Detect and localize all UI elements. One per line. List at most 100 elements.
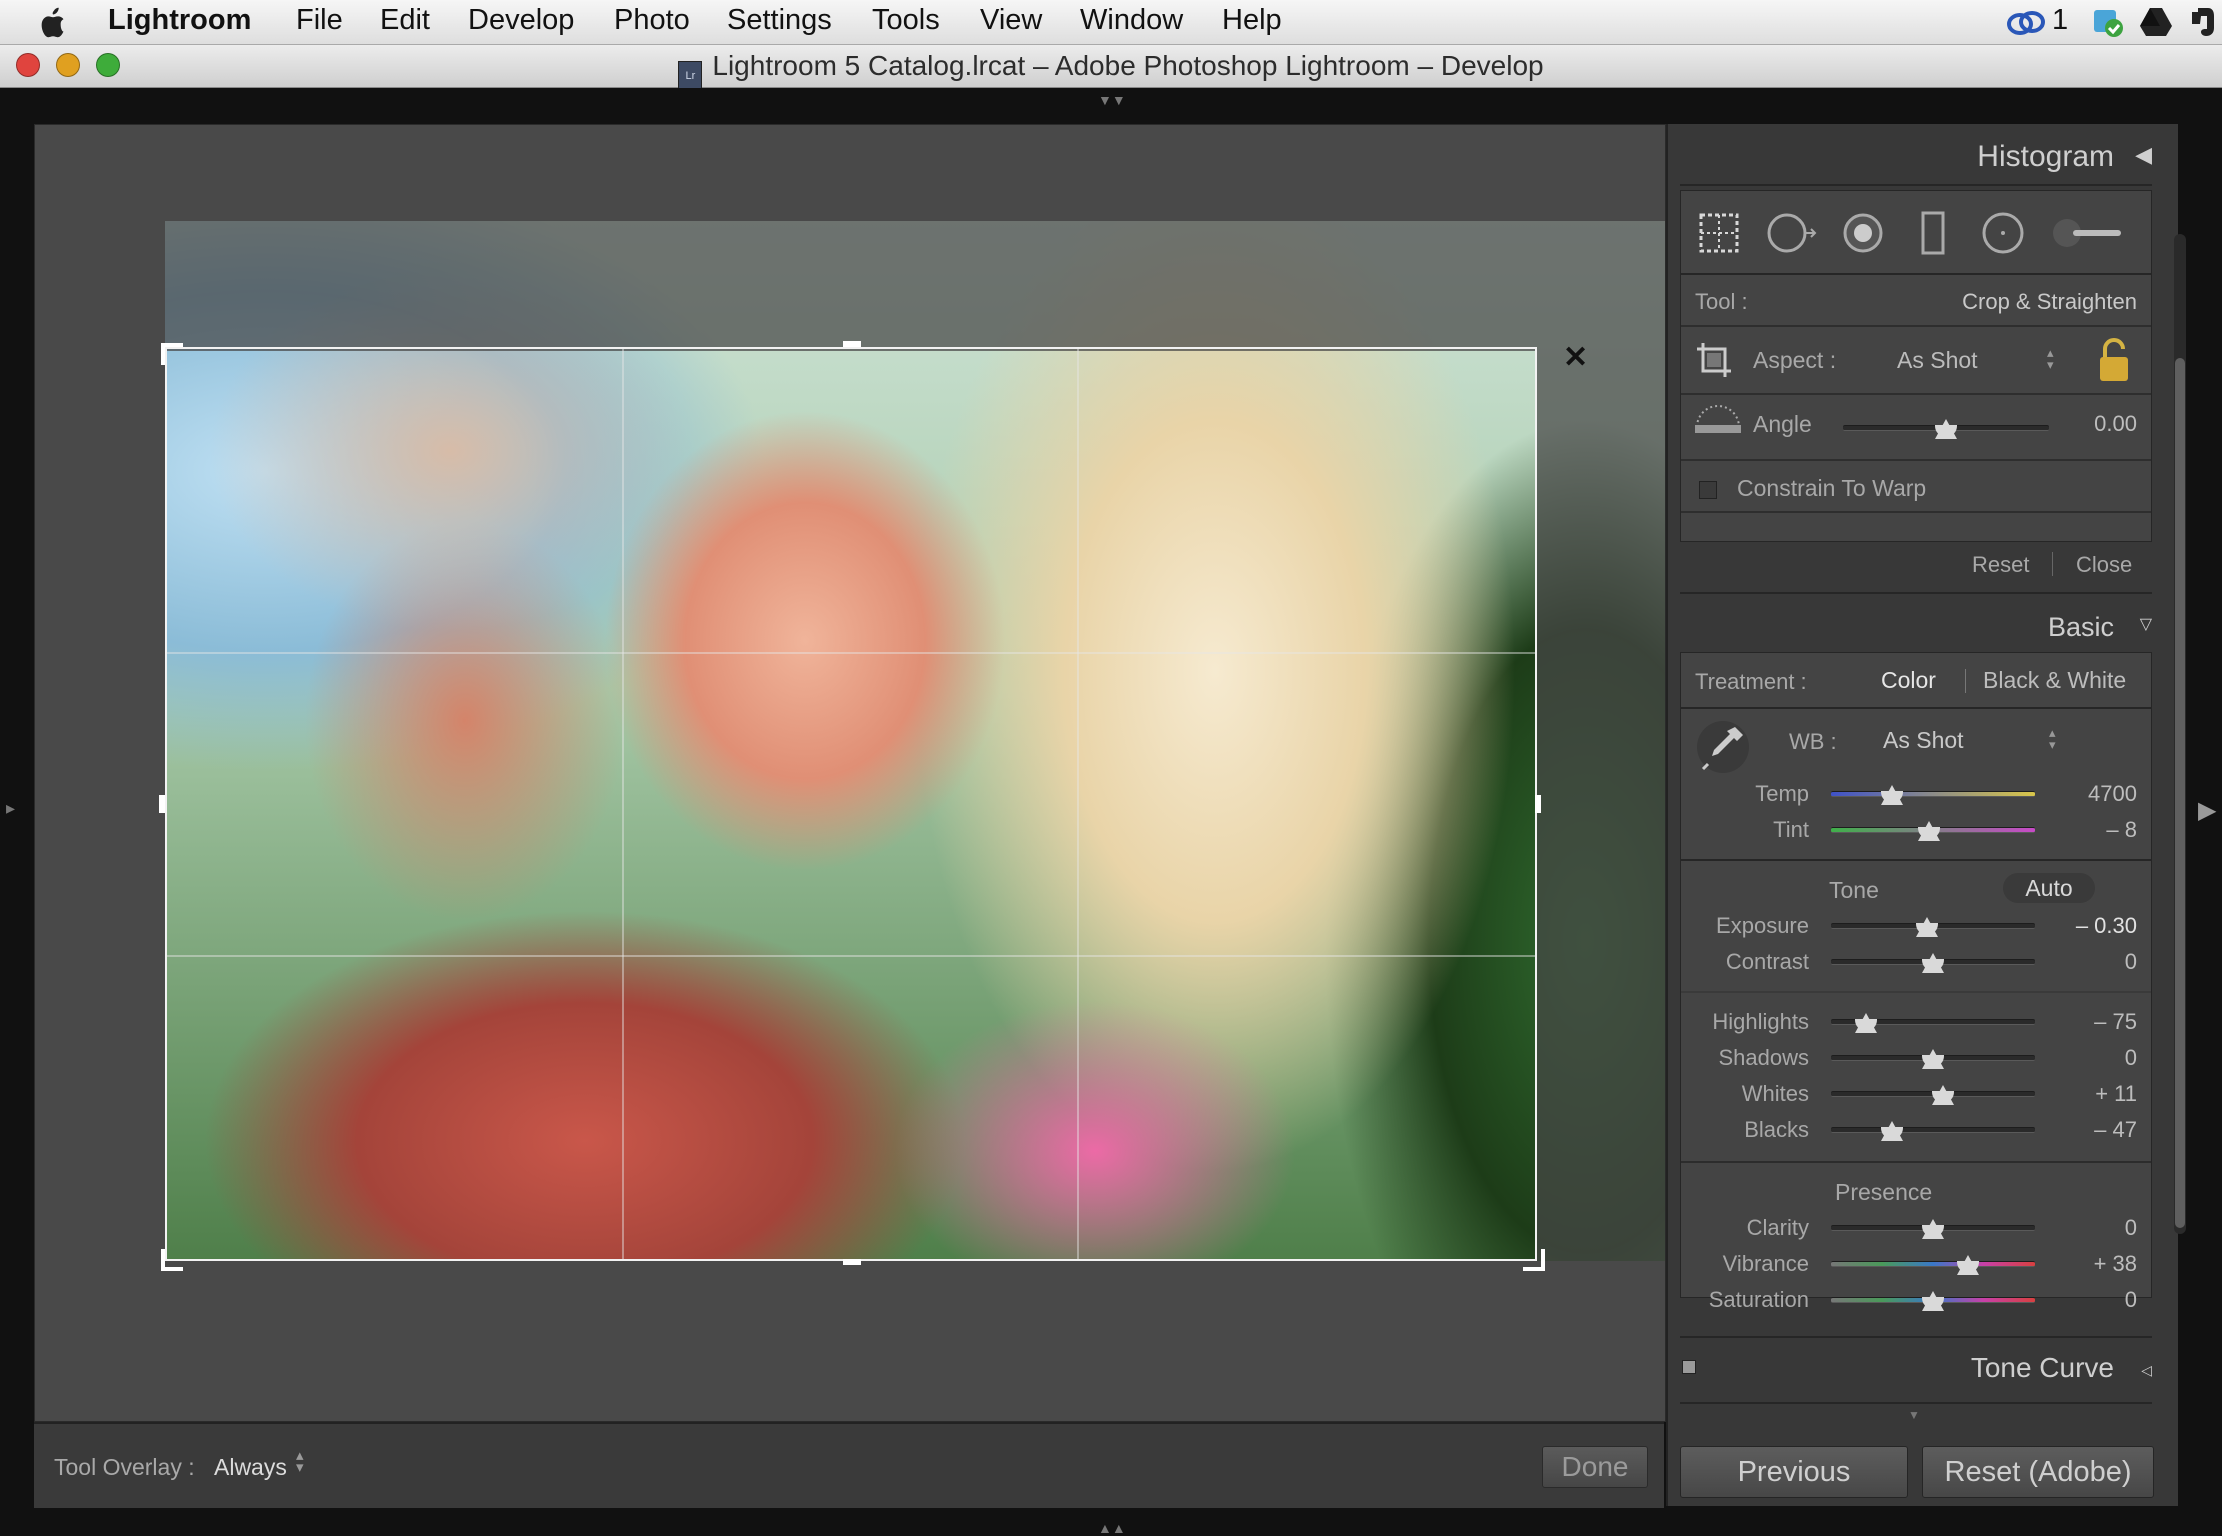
saturation-label: Saturation	[1708, 1287, 1809, 1312]
aspect-select[interactable]: As Shot	[1897, 347, 1978, 374]
temp-slider-track[interactable]	[1831, 791, 2035, 797]
tone-curve-panel-header[interactable]: Tone Curve ◁	[1668, 1342, 2164, 1394]
red-eye-icon[interactable]	[1839, 209, 1887, 257]
divider	[1681, 393, 2151, 395]
constrain-to-warp-checkbox[interactable]	[1699, 481, 1717, 499]
panel-end-marker-icon: ▼	[1908, 1408, 1920, 1422]
clarity-slider-thumb[interactable]	[1922, 1219, 1944, 1239]
crop-grid-line	[1077, 349, 1079, 1259]
adjustment-brush-icon[interactable]	[2049, 209, 2125, 257]
menu-view[interactable]: View	[980, 4, 1042, 37]
highlights-slider-thumb[interactable]	[1854, 1013, 1877, 1033]
menu-edit[interactable]: Edit	[380, 4, 430, 37]
exposure-slider-thumb[interactable]	[1915, 917, 1938, 937]
collapse-down-icon[interactable]: ▽	[2140, 614, 2152, 634]
angle-value[interactable]: 0.00	[2094, 411, 2137, 437]
saturation-value[interactable]: 0	[2125, 1287, 2137, 1313]
wb-stepper-icon[interactable]: ▴ ▾	[2049, 726, 2056, 751]
auto-tone-button[interactable]: Auto	[2003, 873, 2095, 903]
vibrance-slider-track[interactable]	[1831, 1261, 2035, 1267]
whites-value[interactable]: + 11	[2095, 1081, 2137, 1107]
menu-tools[interactable]: Tools	[872, 4, 940, 37]
creative-cloud-icon[interactable]	[2006, 6, 2046, 38]
crop-handle-bottom-left[interactable]	[161, 1249, 183, 1271]
aspect-stepper-icon[interactable]: ▴ ▾	[2047, 346, 2054, 371]
blacks-value[interactable]: – 47	[2094, 1117, 2137, 1143]
crop-grid-line	[622, 349, 624, 1259]
treatment-bw-button[interactable]: Black & White	[1983, 667, 2126, 694]
presence-label: Presence	[1835, 1179, 1933, 1205]
menu-app-name[interactable]: Lightroom	[108, 4, 251, 37]
right-panel-toggle-icon[interactable]: ▶	[2198, 796, 2216, 825]
lock-icon[interactable]	[2097, 337, 2131, 383]
treatment-color-button[interactable]: Color	[1881, 667, 1936, 694]
clarity-value[interactable]: 0	[2125, 1215, 2137, 1241]
radial-filter-icon[interactable]	[1979, 209, 2027, 257]
crop-rotate-cursor-icon: ✕	[1563, 341, 1589, 374]
right-panel: Histogram ◀ Tool: Crop & Straighten Asp…	[1666, 124, 2178, 1506]
menu-photo[interactable]: Photo	[614, 4, 690, 37]
crop-handle-right[interactable]	[1535, 795, 1541, 813]
tint-slider-thumb[interactable]	[1917, 821, 1940, 841]
crop-aspect-icon[interactable]	[1695, 341, 1737, 381]
treatment-label: Treatment :	[1695, 669, 1807, 694]
tint-value[interactable]: – 8	[2106, 817, 2137, 843]
lightroom-app: ▼▼ ▸ ▶ ▲▲ ✕ Tool Overlay : Always ▴ ▾ Don…	[0, 88, 2222, 1536]
exposure-value[interactable]: – 0.30	[2076, 913, 2137, 939]
left-panel-toggle-icon[interactable]: ▸	[6, 798, 15, 819]
contrast-slider-thumb[interactable]	[1922, 953, 1944, 973]
blacks-slider-track[interactable]	[1831, 1127, 2035, 1133]
shadows-slider-thumb[interactable]	[1922, 1049, 1944, 1069]
wb-select[interactable]: As Shot	[1883, 727, 1964, 754]
crop-handle-top[interactable]	[843, 341, 861, 347]
menu-settings[interactable]: Settings	[727, 4, 832, 37]
temp-value[interactable]: 4700	[2088, 781, 2137, 807]
menu-develop[interactable]: Develop	[468, 4, 574, 37]
image-canvas[interactable]: ✕	[34, 124, 1666, 1422]
menu-help[interactable]: Help	[1222, 4, 1282, 37]
window-titlebar: Lr Lightroom 5 Catalog.lrcat – Adobe Phot…	[0, 45, 2222, 91]
reset-adobe-button[interactable]: Reset (Adobe)	[1922, 1446, 2154, 1498]
tray-count: 1	[2052, 4, 2069, 36]
temp-slider-thumb[interactable]	[1881, 785, 1904, 805]
evernote-icon[interactable]	[2186, 6, 2218, 38]
spot-removal-icon[interactable]	[1765, 209, 1821, 257]
right-panel-scrollbar-thumb[interactable]	[2175, 358, 2185, 1228]
top-panel-toggle-icon[interactable]: ▼▼	[1098, 92, 1126, 108]
done-button[interactable]: Done	[1542, 1446, 1648, 1488]
collapse-left-icon[interactable]: ◀	[2135, 142, 2152, 168]
blacks-slider-thumb[interactable]	[1881, 1121, 1904, 1141]
histogram-panel-header[interactable]: Histogram ◀	[1668, 130, 2164, 182]
vibrance-value[interactable]: + 38	[2094, 1251, 2137, 1277]
filmstrip-toggle-icon[interactable]: ▲▲	[1098, 1520, 1126, 1536]
previous-button[interactable]: Previous	[1680, 1446, 1908, 1498]
basic-panel-header[interactable]: Basic ▽	[1668, 602, 2164, 654]
tool-overlay-select[interactable]: Always	[214, 1454, 287, 1481]
crop-handle-top-left[interactable]	[161, 343, 183, 365]
vibrance-slider-thumb[interactable]	[1956, 1255, 1979, 1275]
whites-slider-thumb[interactable]	[1932, 1085, 1955, 1105]
crop-frame[interactable]	[165, 347, 1537, 1261]
menu-window[interactable]: Window	[1080, 4, 1183, 37]
straighten-level-icon[interactable]	[1691, 403, 1745, 447]
graduated-filter-icon[interactable]	[1909, 209, 1957, 257]
shadows-value[interactable]: 0	[2125, 1045, 2137, 1071]
collapse-left-small-icon[interactable]: ◁	[2141, 1362, 2152, 1379]
crop-close-button[interactable]: Close	[2076, 552, 2132, 578]
crop-handle-left[interactable]	[159, 795, 165, 813]
white-balance-eyedropper-icon[interactable]	[1695, 719, 1751, 775]
apple-logo-icon[interactable]	[34, 4, 74, 42]
angle-slider-thumb[interactable]	[1935, 419, 1957, 439]
contrast-value[interactable]: 0	[2125, 949, 2137, 975]
google-drive-icon[interactable]	[2138, 6, 2174, 38]
sync-check-icon[interactable]	[2090, 6, 2126, 38]
menu-file[interactable]: File	[296, 4, 343, 37]
crop-handle-bottom[interactable]	[843, 1259, 861, 1265]
aspect-label: Aspect :	[1753, 347, 1837, 373]
highlights-value[interactable]: – 75	[2094, 1009, 2137, 1035]
crop-reset-button[interactable]: Reset	[1972, 552, 2029, 578]
crop-handle-bottom-right[interactable]	[1523, 1249, 1545, 1271]
saturation-slider-thumb[interactable]	[1922, 1291, 1944, 1311]
tool-overlay-stepper-icon[interactable]: ▴ ▾	[296, 1448, 304, 1475]
crop-overlay-icon[interactable]	[1695, 209, 1743, 257]
